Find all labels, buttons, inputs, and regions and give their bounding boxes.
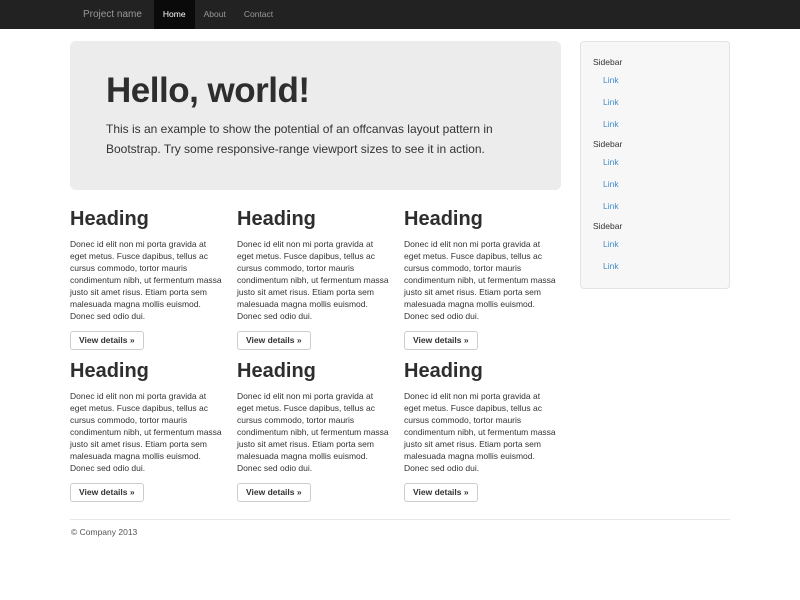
- cards-row-2: Heading Donec id elit non mi porta gravi…: [70, 358, 561, 502]
- card-heading: Heading: [70, 358, 227, 384]
- nav-item-about[interactable]: About: [195, 0, 235, 29]
- sidebar-link[interactable]: Link: [593, 91, 717, 113]
- card-body-text: Donec id elit non mi porta gravida at eg…: [70, 390, 224, 474]
- sidebar-link[interactable]: Link: [593, 173, 717, 195]
- sidebar-group-heading: Sidebar: [593, 55, 717, 69]
- nav-link-home[interactable]: Home: [154, 0, 195, 29]
- nav-item-home[interactable]: Home: [154, 0, 195, 29]
- navbar-menu: Home About Contact: [154, 0, 282, 29]
- view-details-button[interactable]: View details »: [404, 483, 478, 502]
- card-heading: Heading: [237, 206, 394, 232]
- sidebar: Sidebar Link Link Link Sidebar Link Link…: [580, 41, 730, 289]
- sidebar-link[interactable]: Link: [593, 69, 717, 91]
- sidebar-group: Sidebar Link Link Link: [593, 55, 717, 135]
- card-heading: Heading: [404, 358, 561, 384]
- card: Heading Donec id elit non mi porta gravi…: [404, 206, 561, 350]
- view-details-button[interactable]: View details »: [70, 331, 144, 350]
- card: Heading Donec id elit non mi porta gravi…: [70, 358, 227, 502]
- footer-divider: [70, 519, 730, 520]
- card-heading: Heading: [237, 358, 394, 384]
- sidebar-link[interactable]: Link: [593, 255, 717, 277]
- sidebar-link[interactable]: Link: [593, 113, 717, 135]
- view-details-button[interactable]: View details »: [404, 331, 478, 350]
- view-details-button[interactable]: View details »: [70, 483, 144, 502]
- card: Heading Donec id elit non mi porta gravi…: [70, 206, 227, 350]
- card: Heading Donec id elit non mi porta gravi…: [404, 358, 561, 502]
- card-body-text: Donec id elit non mi porta gravida at eg…: [237, 390, 391, 474]
- card-body-text: Donec id elit non mi porta gravida at eg…: [404, 238, 558, 322]
- jumbotron-description: This is an example to show the potential…: [106, 119, 518, 159]
- nav-item-contact[interactable]: Contact: [235, 0, 282, 29]
- sidebar-group-heading: Sidebar: [593, 137, 717, 151]
- cards-row-1: Heading Donec id elit non mi porta gravi…: [70, 206, 561, 350]
- navbar-container: Project name Home About Contact: [70, 0, 730, 29]
- view-details-button[interactable]: View details »: [237, 483, 311, 502]
- card: Heading Donec id elit non mi porta gravi…: [237, 206, 394, 350]
- page-title: Hello, world!: [106, 71, 525, 111]
- content-column: Hello, world! This is an example to show…: [70, 41, 561, 502]
- page-container: Hello, world! This is an example to show…: [70, 41, 730, 537]
- view-details-button[interactable]: View details »: [237, 331, 311, 350]
- sidebar-link[interactable]: Link: [593, 195, 717, 217]
- card-heading: Heading: [70, 206, 227, 232]
- sidebar-group: Sidebar Link Link Link: [593, 137, 717, 217]
- copyright-text: © Company 2013: [71, 527, 730, 537]
- card-body-text: Donec id elit non mi porta gravida at eg…: [70, 238, 224, 322]
- navbar-brand[interactable]: Project name: [70, 0, 154, 29]
- main-row: Hello, world! This is an example to show…: [70, 41, 730, 502]
- footer: © Company 2013: [70, 527, 730, 537]
- navbar: Project name Home About Contact: [0, 0, 800, 29]
- card-body-text: Donec id elit non mi porta gravida at eg…: [237, 238, 391, 322]
- card-heading: Heading: [404, 206, 561, 232]
- sidebar-link[interactable]: Link: [593, 233, 717, 255]
- nav-link-contact[interactable]: Contact: [235, 0, 282, 29]
- card: Heading Donec id elit non mi porta gravi…: [237, 358, 394, 502]
- nav-link-about[interactable]: About: [195, 0, 235, 29]
- sidebar-link[interactable]: Link: [593, 151, 717, 173]
- sidebar-group: Sidebar Link Link: [593, 219, 717, 277]
- jumbotron: Hello, world! This is an example to show…: [70, 41, 561, 190]
- sidebar-group-heading: Sidebar: [593, 219, 717, 233]
- card-body-text: Donec id elit non mi porta gravida at eg…: [404, 390, 558, 474]
